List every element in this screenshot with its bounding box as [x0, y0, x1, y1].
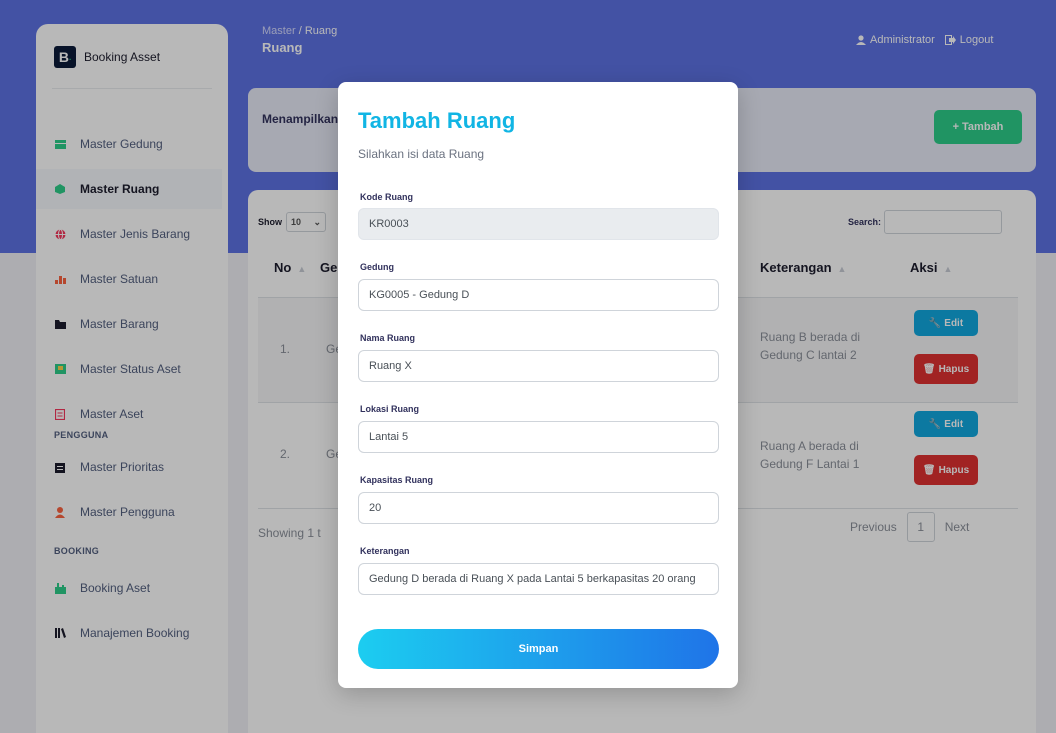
gedung-label: Gedung — [360, 262, 394, 272]
keterangan-field[interactable]: Gedung D berada di Ruang X pada Lantai 5… — [358, 563, 719, 595]
modal-title: Tambah Ruang — [358, 108, 516, 133]
nama-ruang-field[interactable]: Ruang X — [358, 350, 719, 382]
lokasi-ruang-label: Lokasi Ruang — [360, 404, 420, 414]
save-button[interactable]: Simpan — [358, 629, 719, 669]
lokasi-ruang-field[interactable]: Lantai 5 — [358, 421, 719, 453]
kapasitas-ruang-label: Kapasitas Ruang — [360, 475, 434, 485]
kode-ruang-label: Kode Ruang — [360, 192, 413, 202]
nama-ruang-label: Nama Ruang — [360, 333, 416, 343]
keterangan-label: Keterangan — [360, 546, 410, 556]
kapasitas-ruang-field[interactable]: 20 — [358, 492, 719, 524]
gedung-select[interactable]: KG0005 - Gedung D — [358, 279, 719, 311]
kode-ruang-field: KR0003 — [358, 208, 719, 240]
add-ruang-modal: Tambah Ruang Silahkan isi data Ruang Kod… — [338, 82, 738, 688]
modal-subtitle: Silahkan isi data Ruang — [358, 147, 485, 161]
